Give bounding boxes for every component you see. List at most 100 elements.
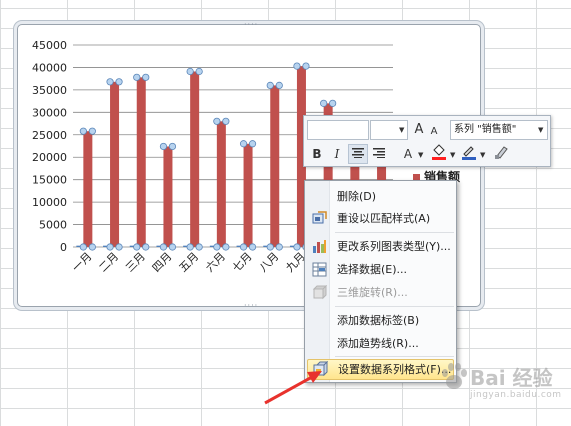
selection-handle	[106, 78, 114, 86]
outline-color-button[interactable]	[460, 144, 478, 164]
selection-handle	[302, 62, 310, 70]
bar-sales	[136, 77, 146, 247]
selection-handle	[186, 243, 194, 251]
font-color-dropdown-icon[interactable]: ▼	[418, 151, 423, 159]
select-data-icon	[312, 262, 327, 277]
x-tick-label: 五月	[177, 250, 202, 275]
y-tick-label: 10000	[32, 196, 67, 209]
selection-handle	[133, 73, 141, 81]
series-selector[interactable]: 系列 "销售额"	[450, 120, 548, 140]
font-size-dropdown-icon[interactable]: ▼	[399, 126, 404, 134]
paw-logo-icon	[442, 363, 467, 389]
selection-handle	[142, 243, 150, 251]
x-tick-label: 七月	[230, 250, 255, 275]
selection-handle	[195, 243, 203, 251]
y-tick-label: 5000	[39, 219, 67, 232]
fill-color-button[interactable]	[430, 144, 448, 164]
selection-handle	[248, 243, 257, 251]
y-tick-label: 25000	[32, 129, 67, 142]
bar-sales	[270, 85, 280, 248]
selection-handle	[79, 243, 87, 251]
format-painter-icon	[495, 146, 508, 159]
menu-item-label: 设置数据系列格式(F)...	[338, 363, 452, 376]
format-painter-button[interactable]	[492, 144, 510, 164]
selection-handle	[275, 81, 283, 90]
menu-item-add-trendline[interactable]: 添加趋势线(R)...	[307, 333, 454, 354]
grow-font-button[interactable]: A	[412, 120, 426, 140]
selection-handle	[115, 78, 123, 86]
selection-handle	[88, 127, 96, 135]
bar-sales	[163, 146, 173, 247]
fill-color-dropdown-icon[interactable]: ▼	[450, 151, 455, 159]
3d-rotation-icon	[312, 285, 327, 300]
menu-item-label: 三维旋转(R)...	[337, 286, 408, 299]
font-name-box[interactable]	[307, 120, 369, 140]
y-tick-label: 30000	[32, 106, 67, 119]
selection-handle	[142, 73, 150, 81]
selection-handle	[106, 243, 114, 251]
menu-item-select-data[interactable]: 选择数据(E)...	[307, 259, 454, 280]
x-tick-label: 一月	[70, 250, 95, 275]
pen-icon	[462, 146, 476, 160]
menu-item-label: 更改系列图表类型(Y)...	[337, 240, 451, 253]
menu-item-delete[interactable]: 删除(D)	[307, 186, 454, 207]
selection-handle	[186, 67, 194, 76]
watermark-url: jingyan.baidu.com	[470, 390, 562, 400]
menu-item-label: 添加数据标签(B)	[337, 314, 420, 327]
menu-item-label: 删除(D)	[337, 190, 377, 203]
selection-handle	[320, 99, 328, 107]
selection-handle	[79, 127, 87, 135]
menu-item-change-chart-type[interactable]: 更改系列图表类型(Y)...	[307, 236, 454, 257]
bold-button[interactable]: B	[308, 144, 326, 164]
bar-sales	[110, 81, 120, 247]
outline-color-dropdown-icon[interactable]: ▼	[480, 151, 485, 159]
selection-handle	[213, 117, 221, 125]
y-tick-label: 40000	[32, 61, 67, 74]
y-tick-label: 45000	[32, 39, 67, 52]
bar-sales	[190, 71, 200, 248]
selection-handle	[159, 243, 168, 251]
menu-item-add-data-labels[interactable]: 添加数据标签(B)	[307, 310, 454, 331]
font-color-letter: A	[403, 147, 413, 161]
context-menu: 删除(D) 重设以匹配样式(A) 更改系列图表类型(Y)... 选择数据(E).…	[304, 180, 457, 383]
menu-item-3d-rotation: 三维旋转(R)...	[307, 282, 454, 303]
x-tick-label: 四月	[150, 250, 175, 275]
menu-item-format-data-series[interactable]: 设置数据系列格式(F)...	[307, 359, 454, 380]
menu-item-label: 重设以匹配样式(A)	[337, 212, 431, 225]
shrink-font-button[interactable]: A	[428, 122, 440, 142]
align-center-button[interactable]	[348, 144, 368, 164]
align-right-button[interactable]	[370, 144, 388, 164]
align-right-icon	[373, 148, 385, 158]
selection-handle	[115, 243, 123, 251]
x-tick-label: 八月	[257, 250, 282, 275]
y-tick-label: 35000	[32, 84, 67, 97]
selection-handle	[222, 117, 230, 125]
menu-item-reset-style[interactable]: 重设以匹配样式(A)	[307, 208, 454, 229]
selection-handle	[88, 243, 96, 251]
menu-separator	[335, 356, 454, 357]
y-tick-label: 20000	[32, 151, 67, 164]
align-center-icon	[352, 148, 364, 158]
watermark-title: Bai 经验	[470, 366, 553, 390]
menu-item-label: 添加趋势线(R)...	[337, 337, 419, 350]
selection-handle	[293, 62, 301, 70]
selection-handle	[266, 243, 274, 251]
selection-handle	[329, 99, 337, 107]
bar-sales	[243, 143, 253, 247]
selection-handle	[222, 243, 230, 251]
font-color-button[interactable]: A	[400, 144, 416, 164]
selection-handle	[168, 243, 177, 251]
x-tick-label: 三月	[123, 250, 148, 275]
bar-sales	[216, 121, 226, 247]
italic-button[interactable]: I	[328, 144, 346, 164]
menu-separator	[335, 306, 454, 307]
bar-sales	[83, 131, 93, 247]
selection-handle	[266, 81, 274, 90]
selection-handle	[275, 243, 283, 251]
y-tick-label: 0	[60, 241, 67, 254]
series-dropdown-icon[interactable]: ▼	[538, 126, 543, 134]
selection-handle	[195, 67, 203, 76]
selection-handle	[239, 243, 248, 251]
selection-handle	[168, 142, 177, 151]
selection-handle	[248, 140, 257, 148]
